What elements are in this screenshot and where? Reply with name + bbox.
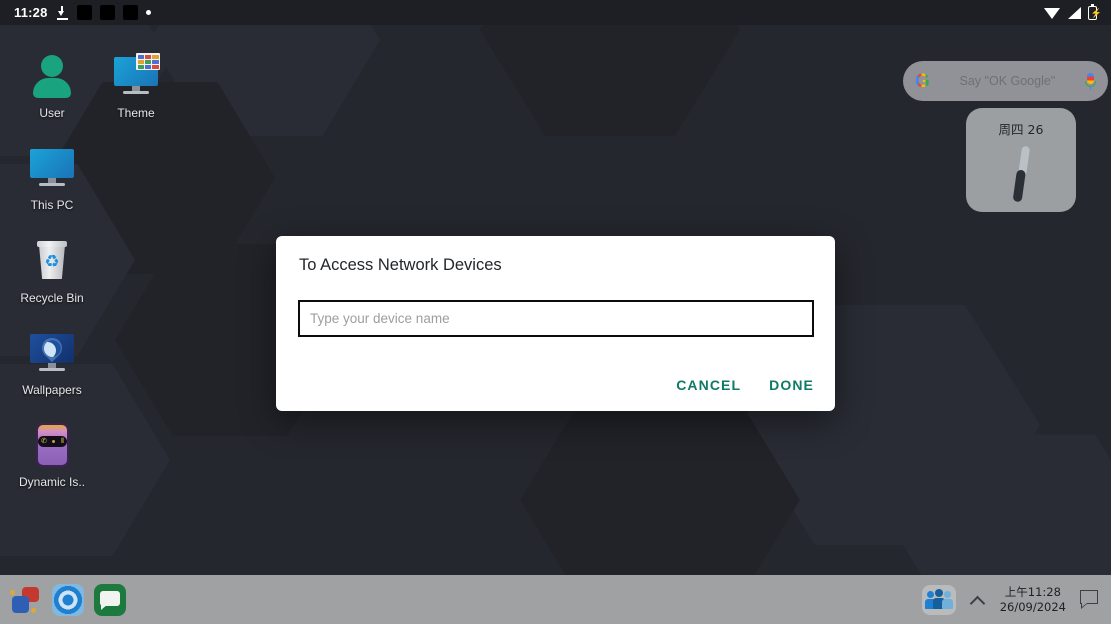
google-g-logo: G xyxy=(915,70,930,92)
notification-block-1 xyxy=(76,5,92,20)
wifi-icon xyxy=(1044,7,1060,19)
blue-circle-icon[interactable] xyxy=(52,583,84,616)
taskbar-date: 26/09/2024 xyxy=(999,599,1066,614)
desktop-icon-dynamic-island[interactable]: ✆ ⦀ Dynamic Is.. xyxy=(1,421,103,489)
analog-clock-face xyxy=(986,140,1056,203)
device-name-field-wrapper[interactable] xyxy=(298,300,814,337)
taskbar: 上午11:28 26/09/2024 xyxy=(0,575,1111,624)
desktop-icon-theme[interactable]: Theme xyxy=(85,52,187,120)
chevron-up-icon[interactable] xyxy=(970,592,986,608)
desktop-icon-label: User xyxy=(39,106,65,120)
desktop-icon-label: This PC xyxy=(30,198,74,212)
status-bar-left: 11:28 xyxy=(14,5,151,20)
network-device-dialog: To Access Network Devices CANCEL DONE xyxy=(276,236,835,411)
notification-bubble-icon[interactable] xyxy=(1080,590,1099,609)
google-search-widget[interactable]: G Say "OK Google" xyxy=(903,61,1108,101)
desktop-icon-label: Dynamic Is.. xyxy=(18,475,85,489)
dialog-actions: CANCEL DONE xyxy=(674,373,816,397)
taskbar-tray: 上午11:28 26/09/2024 xyxy=(921,584,1111,615)
clock-widget[interactable]: 周四 26 xyxy=(966,108,1076,212)
start-squares-icon[interactable] xyxy=(10,584,42,616)
user-avatar-icon xyxy=(28,52,76,100)
status-bar: 11:28 ⚡ xyxy=(0,0,1111,25)
desktop-icon-label: Recycle Bin xyxy=(20,291,84,305)
device-name-input[interactable] xyxy=(310,302,802,335)
cancel-button[interactable]: CANCEL xyxy=(674,373,743,397)
desktop-icon-recycle-bin[interactable]: ♻ Recycle Bin xyxy=(1,237,103,305)
status-bar-clock: 11:28 xyxy=(14,5,48,20)
taskbar-clock[interactable]: 上午11:28 26/09/2024 xyxy=(1000,585,1066,615)
google-search-placeholder: Say "OK Google" xyxy=(959,74,1056,88)
battery-icon: ⚡ xyxy=(1088,3,1102,20)
signal-icon xyxy=(1067,6,1081,19)
desktop-icon-this-pc[interactable]: This PC xyxy=(1,144,103,212)
desktop-screen: 11:28 ⚡ User Theme This PC ♻ Recycle Bin… xyxy=(0,0,1111,624)
theme-monitor-icon xyxy=(112,52,160,100)
done-button[interactable]: DONE xyxy=(767,373,816,397)
notification-block-2 xyxy=(99,5,115,20)
status-bar-right: ⚡ xyxy=(1044,3,1103,20)
desktop-icon-label: Wallpapers xyxy=(22,383,82,397)
hour-hand xyxy=(1012,169,1026,203)
dynamic-island-icon: ✆ ⦀ xyxy=(28,421,76,469)
taskbar-apps xyxy=(0,583,126,616)
taskbar-time: 上午11:28 xyxy=(1004,584,1061,599)
desktop-icon-wallpapers[interactable]: Wallpapers xyxy=(1,329,103,397)
recycle-bin-icon: ♻ xyxy=(28,237,76,285)
desktop-icon-label: Theme xyxy=(117,106,155,120)
download-icon xyxy=(56,5,69,20)
people-icon[interactable] xyxy=(921,584,956,615)
dialog-title: To Access Network Devices xyxy=(299,256,502,274)
wallpapers-moon-icon xyxy=(28,329,76,377)
clock-widget-date: 周四 26 xyxy=(998,122,1044,137)
microphone-icon[interactable] xyxy=(1085,72,1096,91)
green-chat-icon[interactable] xyxy=(94,583,126,616)
notification-block-3 xyxy=(122,5,138,20)
this-pc-monitor-icon xyxy=(28,144,76,192)
dot-indicator xyxy=(145,10,151,15)
